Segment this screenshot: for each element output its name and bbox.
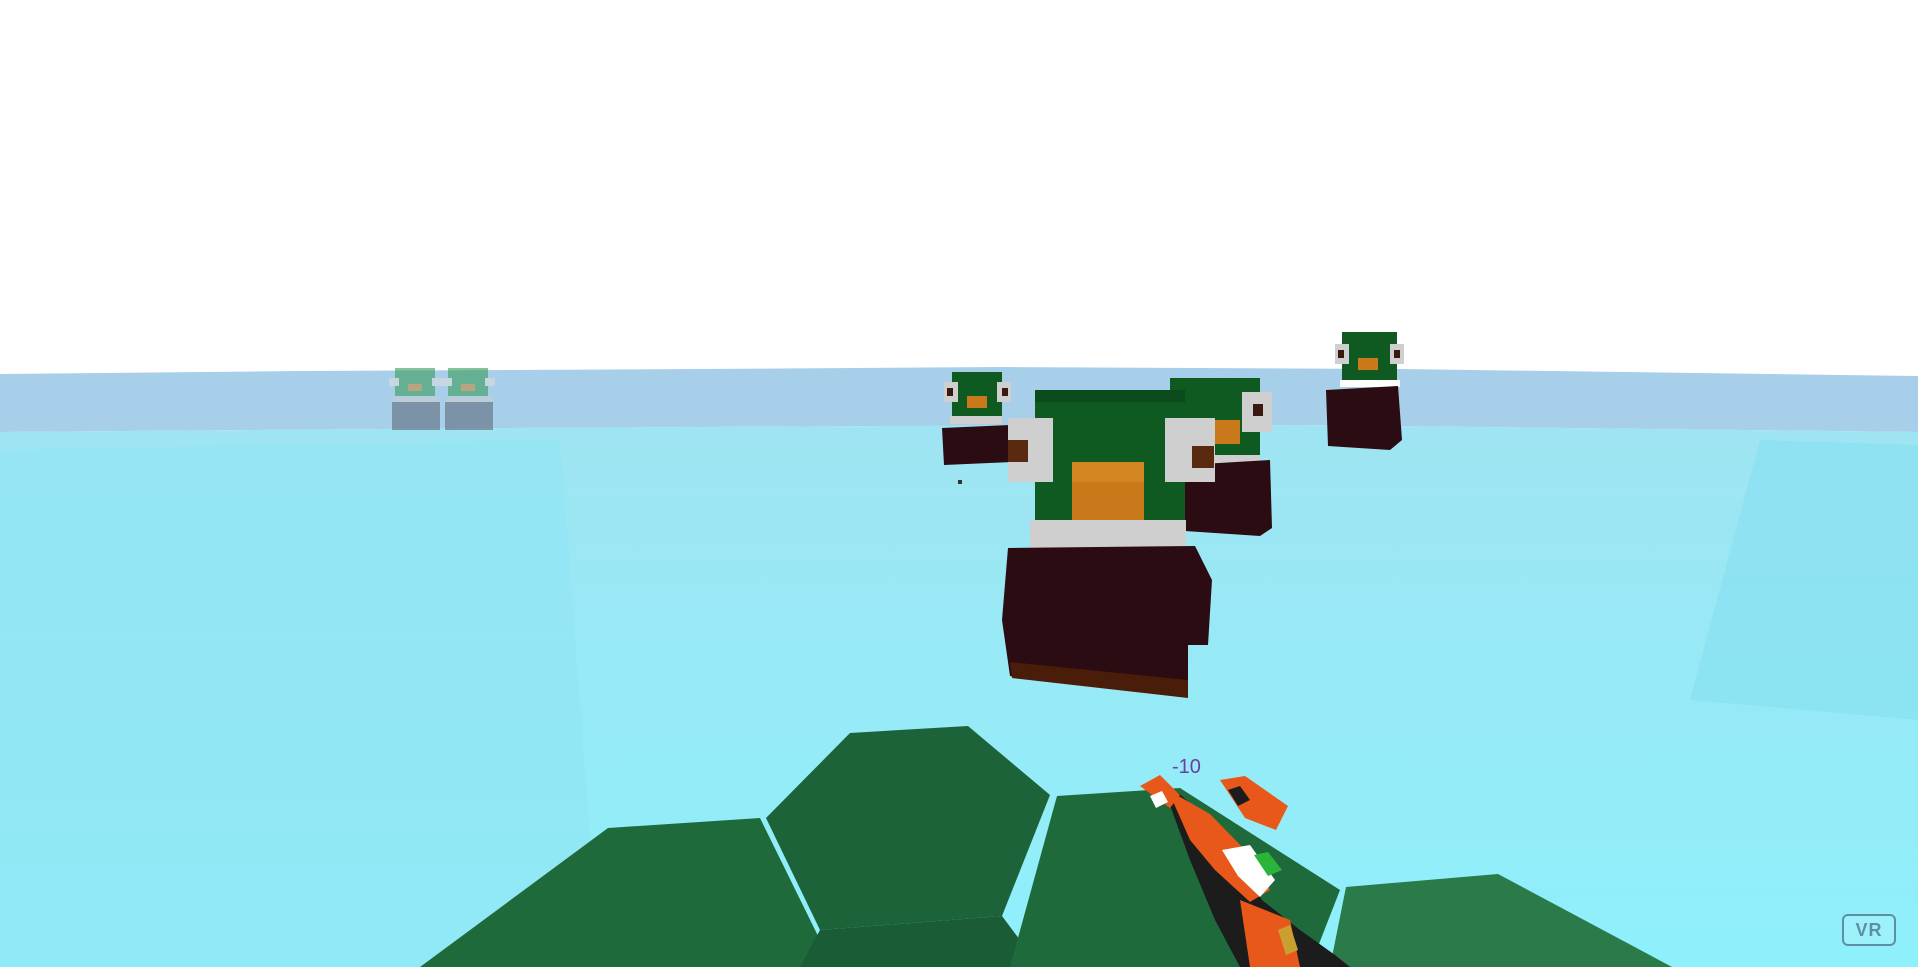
game-viewport[interactable] <box>0 0 1918 967</box>
duck-target[interactable] <box>1326 332 1404 450</box>
water-facet <box>0 440 600 967</box>
sky <box>0 0 1918 380</box>
score-popup: -10 <box>1172 756 1201 778</box>
duck-target[interactable] <box>389 368 442 430</box>
duck-target[interactable] <box>442 368 495 430</box>
duck-target-large[interactable] <box>1002 390 1215 698</box>
vr-button[interactable]: VR <box>1842 914 1896 946</box>
